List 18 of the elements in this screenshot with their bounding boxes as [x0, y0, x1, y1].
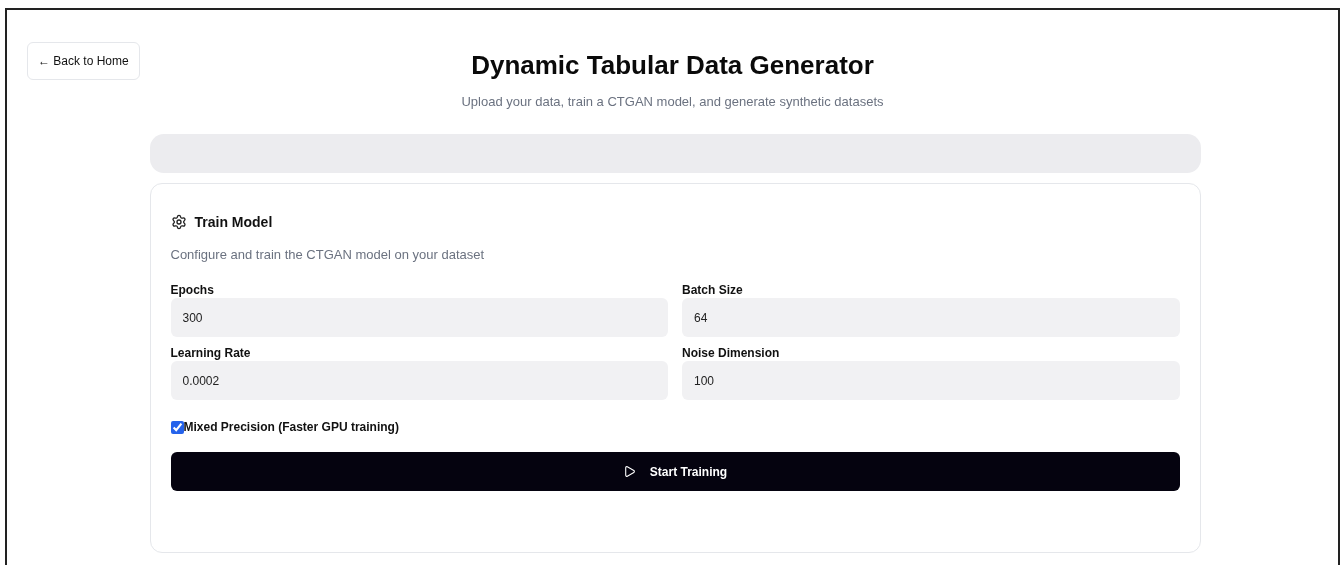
- field-label: Learning Rate: [170, 345, 252, 361]
- checkbox[interactable]: [170, 420, 184, 434]
- back-button[interactable]: ← Back to Home: [27, 42, 140, 80]
- field-label: Batch Size: [682, 282, 744, 298]
- card-description: Configure and train the CTGAN model on your dataset: [170, 245, 486, 264]
- play-icon: [622, 465, 636, 478]
- start-training-button[interactable]: Start Training: [170, 452, 1180, 491]
- settings-icon: [170, 214, 187, 230]
- input-field[interactable]: 64: [682, 298, 1180, 337]
- input-field[interactable]: 300: [170, 298, 668, 337]
- card-title: Train Model: [194, 212, 273, 232]
- page-subtitle: Upload your data, train a CTGAN model, and generate synthetic datasets: [461, 93, 884, 111]
- input-field[interactable]: 0.0002: [170, 361, 668, 400]
- field-label: Epochs: [170, 282, 215, 298]
- field-label: Noise Dimension: [682, 345, 781, 361]
- input-field[interactable]: 100: [682, 361, 1180, 400]
- checkbox-label: Mixed Precision (Faster GPU training): [183, 419, 399, 436]
- page-title: Dynamic Tabular Data Generator: [471, 49, 874, 82]
